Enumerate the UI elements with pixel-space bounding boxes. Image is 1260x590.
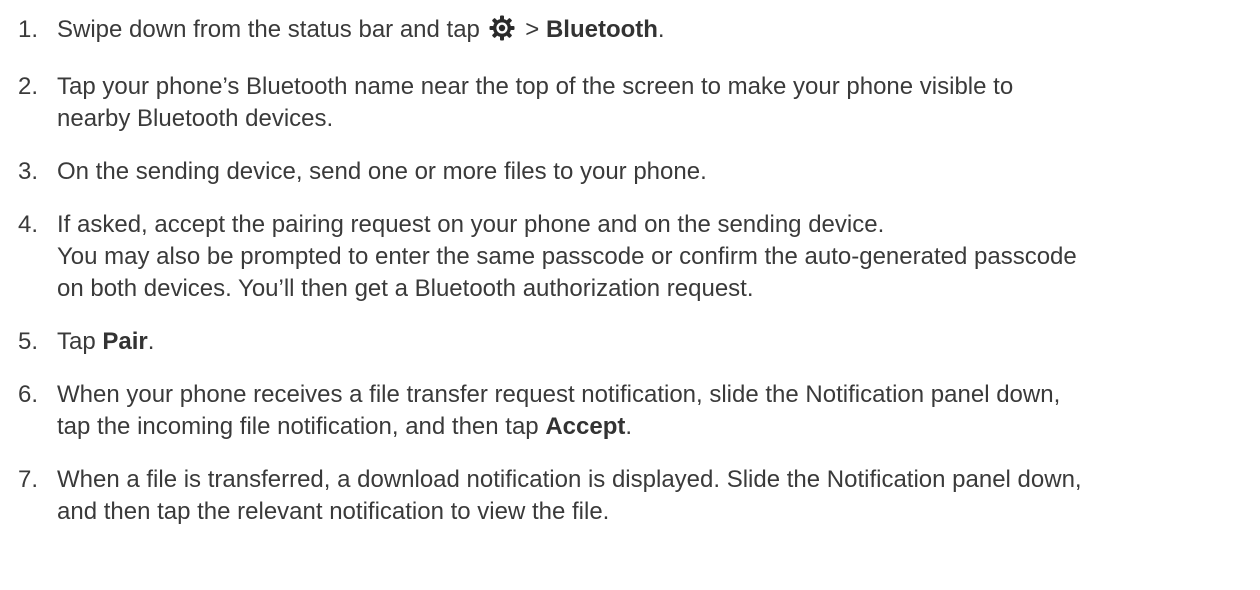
- step-number: 4.: [18, 211, 39, 238]
- step-text-before: Swipe down from the status bar and tap: [57, 16, 487, 43]
- step-number: 3.: [18, 158, 39, 185]
- step-number: 7.: [18, 466, 39, 493]
- step-number: 6.: [18, 381, 39, 408]
- step-6: 6. When your phone receives a file trans…: [18, 379, 1248, 443]
- step-text-after: .: [147, 328, 155, 355]
- step-line: Tap your phone’s Bluetooth name near the…: [57, 73, 1014, 100]
- step-text: Tap Pair.: [57, 326, 1248, 358]
- step-line: and then tap the relevant notification t…: [57, 498, 610, 525]
- step-number: 2.: [18, 73, 39, 100]
- step-3: 3. On the sending device, send one or mo…: [18, 156, 1248, 188]
- step-bold-term: Bluetooth: [545, 16, 658, 43]
- step-1: 1. Swipe down from the status bar and ta…: [18, 14, 1248, 50]
- step-text: Swipe down from the status bar and tap >…: [57, 14, 1248, 50]
- step-line: If asked, accept the pairing request on …: [57, 211, 885, 238]
- settings-gear-icon: [489, 15, 515, 50]
- step-line: On the sending device, send one or more …: [57, 158, 707, 185]
- step-text-after: .: [657, 16, 665, 43]
- step-text-before: tap the incoming file notification, and …: [57, 413, 546, 440]
- instruction-steps: 1. Swipe down from the status bar and ta…: [18, 14, 1248, 549]
- step-5: 5. Tap Pair.: [18, 326, 1248, 358]
- step-line: on both devices. You’ll then get a Bluet…: [57, 275, 754, 302]
- step-text: tap the incoming file notification, and …: [57, 411, 1248, 443]
- step-bold-term: Accept: [545, 413, 626, 440]
- step-2: 2. Tap your phone’s Bluetooth name near …: [18, 71, 1248, 135]
- step-number: 1.: [18, 16, 39, 43]
- step-7: 7. When a file is transferred, a downloa…: [18, 464, 1248, 528]
- step-line: nearby Bluetooth devices.: [57, 105, 334, 132]
- step-bold-term: Pair: [102, 328, 148, 355]
- step-number: 5.: [18, 328, 39, 355]
- step-separator: >: [518, 16, 546, 43]
- step-line: When a file is transferred, a download n…: [57, 466, 1082, 493]
- step-4: 4. If asked, accept the pairing request …: [18, 209, 1248, 305]
- step-line: You may also be prompted to enter the sa…: [57, 243, 1077, 270]
- step-text-before: Tap: [57, 328, 103, 355]
- step-text-after: .: [625, 413, 633, 440]
- step-line: When your phone receives a file transfer…: [57, 381, 1061, 408]
